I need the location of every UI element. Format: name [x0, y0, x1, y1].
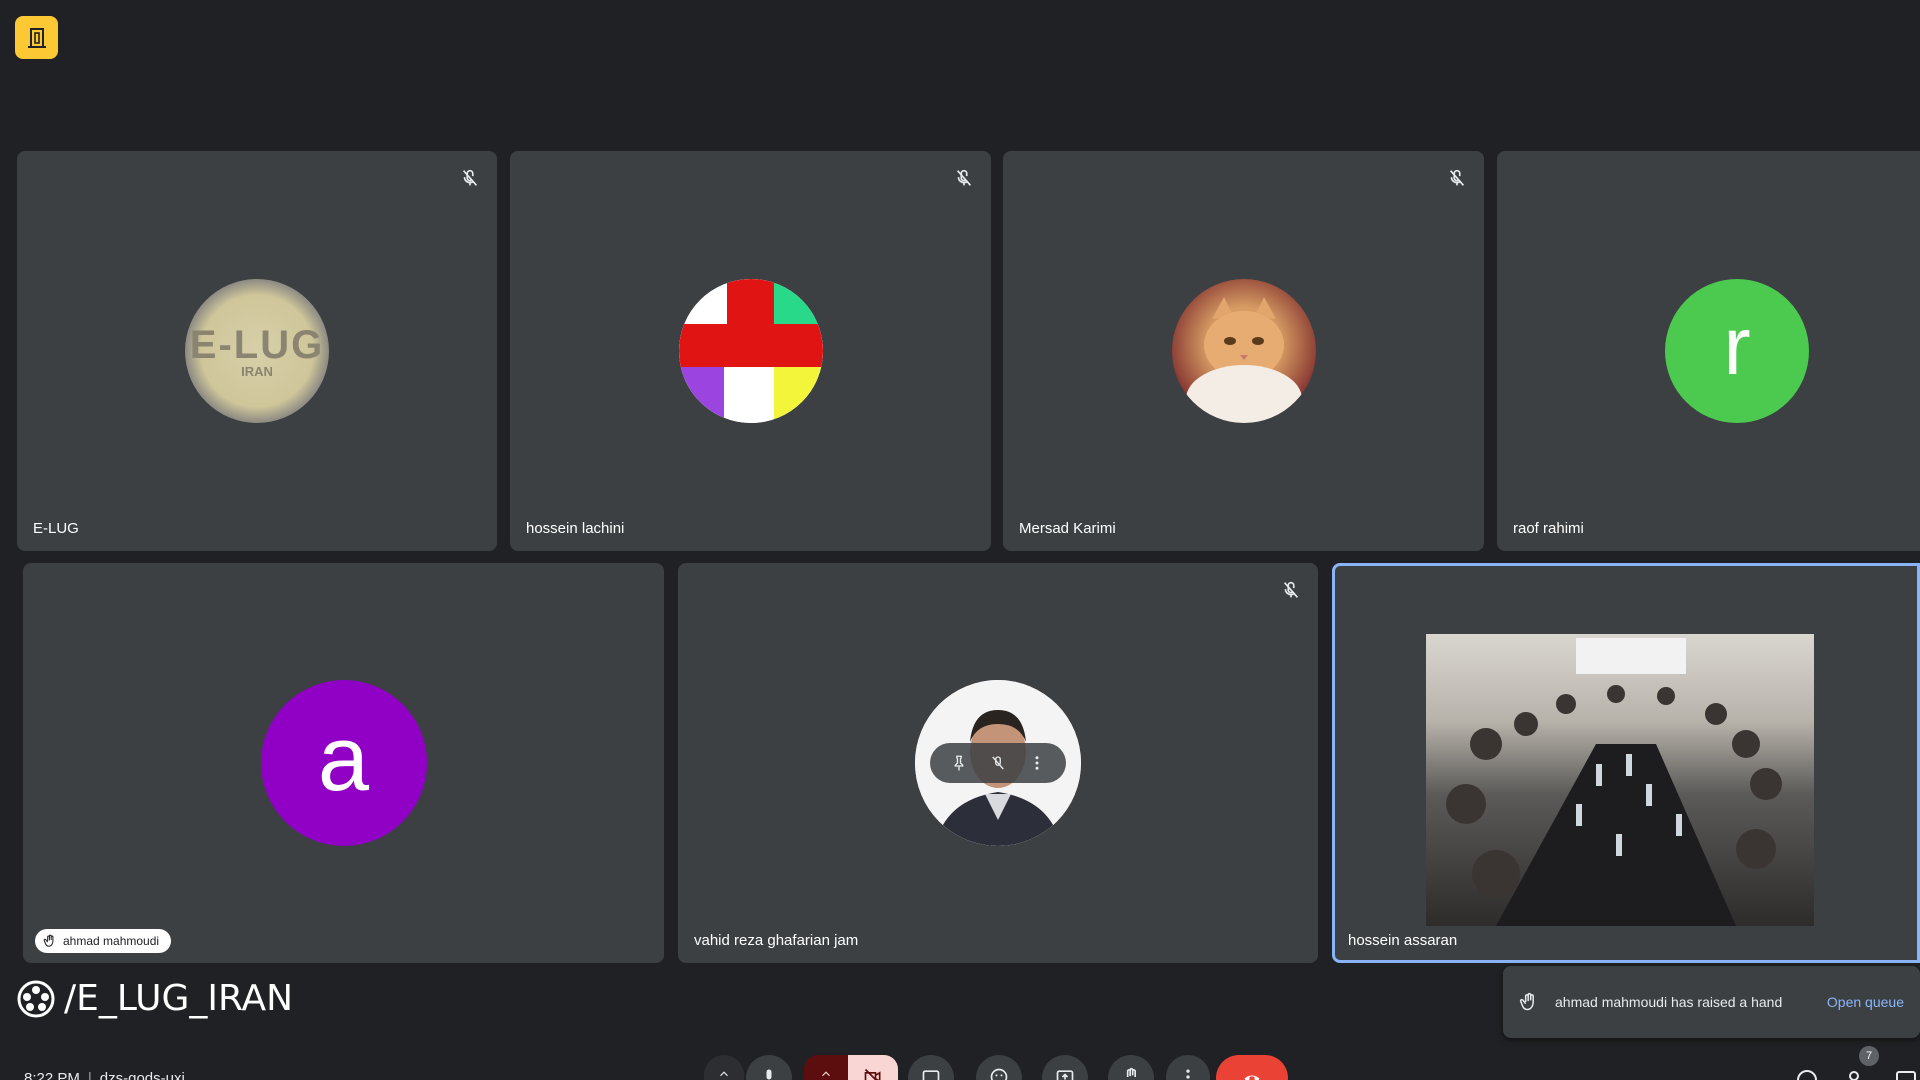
meeting-info: 8:22 PM | dzs-gods-uxi [24, 1070, 185, 1080]
cat-photo-avatar [1171, 279, 1316, 423]
raised-hand-chip: ahmad mahmoudi [35, 929, 172, 953]
hand-icon [1126, 1067, 1136, 1077]
participant-tile-vahid-reza[interactable]: vahid reza ghafarian jam [678, 563, 1318, 963]
separator: | [87, 1070, 92, 1080]
bottom-bar: 8:22 PM | dzs-gods-uxi [0, 1048, 1920, 1080]
hand-icon [1519, 992, 1534, 1011]
hand-icon [43, 934, 54, 947]
participant-tile-mersad-karimi[interactable]: Mersad Karimi [1003, 151, 1484, 551]
mute-participant-icon[interactable] [989, 754, 1007, 772]
participant-name: Mersad Karimi [1019, 520, 1116, 537]
participant-tile-raof-rahimi[interactable]: r raof rahimi [1497, 151, 1920, 551]
participant-tile-ahmad-mahmoudi[interactable]: a ahmad mahmoudi [23, 563, 664, 963]
door-icon [27, 27, 46, 48]
microphone-icon [766, 1069, 772, 1080]
letter-avatar: r [1665, 279, 1809, 423]
avatar-letter: a [317, 708, 370, 810]
participant-name: raof rahimi [1513, 520, 1584, 537]
more-options-icon[interactable] [1028, 754, 1046, 772]
camera-off-icon [864, 1068, 881, 1080]
pin-icon[interactable] [950, 754, 968, 772]
room-camera-video [1426, 634, 1814, 926]
participant-tile-e-lug[interactable]: E-LUG IRAN E-LUG [17, 151, 497, 551]
participant-name: vahid reza ghafarian jam [694, 932, 859, 949]
mic-off-icon [1283, 581, 1299, 598]
camera-off-button[interactable] [848, 1055, 898, 1080]
participant-name: hossein lachini [526, 520, 625, 537]
chat-icon[interactable] [1894, 1068, 1918, 1080]
chevron-up-icon [720, 1071, 728, 1077]
e-lug-avatar: E-LUG IRAN [185, 279, 329, 423]
info-icon[interactable] [1795, 1068, 1819, 1080]
film-reel-icon [17, 980, 55, 1017]
raised-hand-toast: ahmad mahmoudi has raised a hand Open qu… [1503, 966, 1920, 1038]
e-lug-logo-text: E-LUG [189, 323, 325, 367]
people-icon[interactable] [1845, 1068, 1869, 1080]
letter-avatar: a [260, 680, 427, 846]
channel-handle: /E_LUG_IRAN [64, 978, 294, 1019]
meeting-details-badge[interactable] [15, 16, 58, 59]
participant-tile-hossein-assaran[interactable]: hossein assaran [1332, 563, 1920, 963]
channel-watermark: /E_LUG_IRAN [16, 978, 293, 1019]
open-queue-link[interactable]: Open queue [1827, 994, 1904, 1010]
tile-hover-controls [930, 743, 1066, 783]
video-options-button[interactable] [804, 1055, 848, 1080]
mic-off-icon [1449, 169, 1465, 186]
toast-message: ahmad mahmoudi has raised a hand [1555, 994, 1783, 1010]
emoji-icon [990, 1068, 1008, 1080]
more-vert-icon [1186, 1069, 1190, 1079]
meeting-time: 8:22 PM [24, 1070, 80, 1080]
hang-up-icon [1244, 1075, 1260, 1080]
raised-hand-name: ahmad mahmoudi [63, 934, 160, 948]
captions-icon [922, 1070, 940, 1080]
mic-off-icon [956, 169, 972, 186]
participant-name: hossein assaran [1348, 932, 1458, 949]
chevron-up-icon [822, 1071, 830, 1077]
present-screen-icon [1056, 1070, 1074, 1080]
leave-call-button[interactable] [1216, 1055, 1288, 1080]
meeting-code: dzs-gods-uxi [99, 1070, 185, 1080]
people-count-badge: 7 [1859, 1046, 1879, 1066]
meet-window: E-LUG IRAN E-LUG hossein lachini Mersad … [0, 0, 1920, 1080]
participant-name: E-LUG [33, 520, 79, 537]
participant-tile-hossein-lachini[interactable]: hossein lachini [510, 151, 991, 551]
color-blocks-avatar [678, 279, 823, 423]
mic-off-icon [462, 169, 478, 186]
avatar-letter: r [1723, 301, 1751, 392]
